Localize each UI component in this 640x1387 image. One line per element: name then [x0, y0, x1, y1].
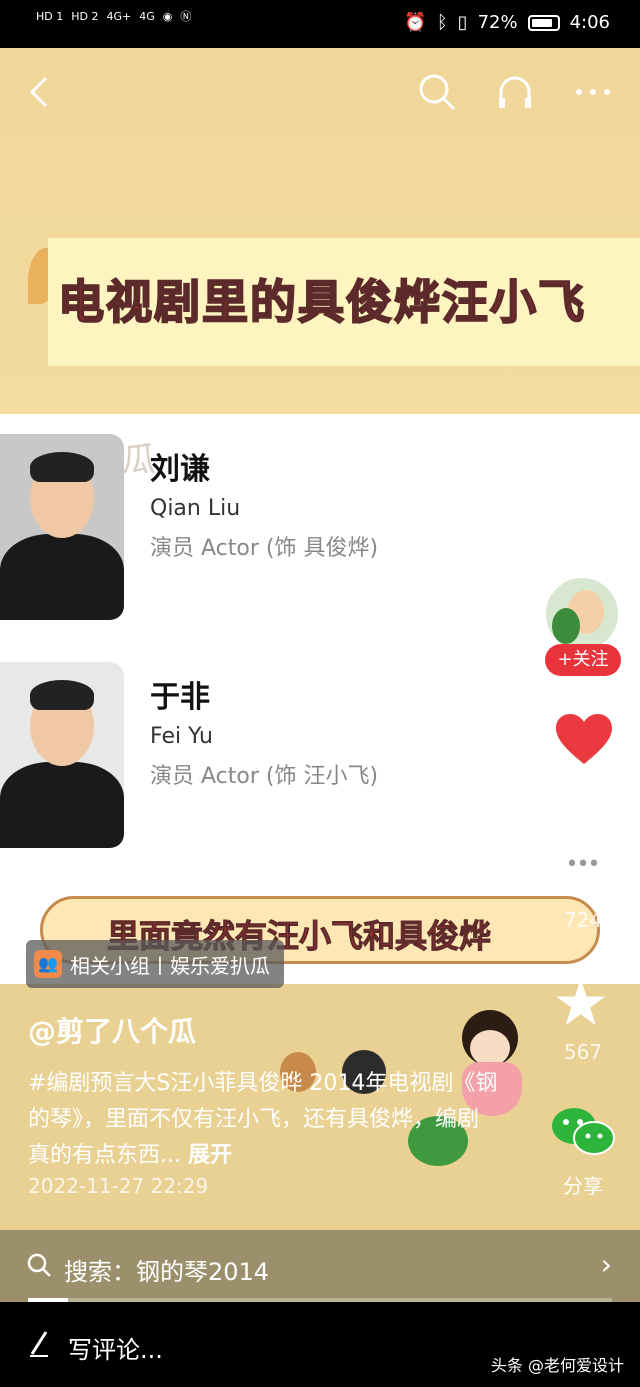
nfc-icon: Ⓝ: [180, 10, 192, 23]
chevron-left-icon: [29, 76, 48, 108]
related-search-bar[interactable]: 搜索：钢的琴2014 ›: [0, 1230, 640, 1302]
actor-role: 演员 Actor (饰 汪小飞): [150, 764, 379, 789]
eye-icon: ◉: [162, 9, 173, 23]
battery-icon: [527, 14, 560, 31]
comment-bar: 写评论... 头条 @老何爱设计: [0, 1302, 640, 1387]
author-handle[interactable]: @剪了八个瓜: [28, 1010, 196, 1050]
bluetooth-icon: ᛒ: [436, 12, 448, 33]
back-button[interactable]: [14, 72, 64, 122]
search-icon: [419, 74, 456, 111]
favorite-count: 567: [563, 1040, 603, 1064]
like-button[interactable]: [554, 712, 614, 766]
publish-date: 2022-11-27 22:29: [28, 1174, 209, 1198]
status-bar: HD 1 HD 2 4G+ 4G ◉ Ⓝ ⏰ ᛒ ▯ 72% 4:06: [0, 0, 640, 48]
favorite-button[interactable]: ★: [552, 972, 609, 1036]
wechat-icon: [552, 1108, 615, 1155]
related-group-label: 相关小组丨娱乐爱扒瓜: [70, 953, 270, 978]
cast-card: 于非 Fei Yu 演员 Actor (饰 汪小飞): [0, 662, 640, 852]
comment-input[interactable]: 写评论...: [68, 1330, 163, 1365]
network-4g-plus-label: 4G+: [106, 9, 132, 23]
description-text: #编剧预言大S汪小菲具俊晔 2014年电视剧《钢的琴》，里面不仅有汪小飞，还有具…: [28, 1071, 498, 1168]
author-avatar[interactable]: [544, 576, 620, 652]
more-button[interactable]: [568, 72, 618, 122]
related-group-tag[interactable]: 👥 相关小组丨娱乐爱扒瓜: [26, 940, 284, 988]
follow-button[interactable]: +关注: [545, 644, 621, 676]
expand-link[interactable]: 展开: [188, 1143, 232, 1168]
sim-1-label: HD 1: [36, 9, 64, 23]
alarm-icon: ⏰: [404, 12, 427, 33]
video-title-text: 电视剧里的具俊烨汪小飞: [57, 274, 586, 330]
share-label: 分享: [563, 1174, 603, 1198]
actor-photo: [0, 434, 124, 620]
pen-icon: [30, 1331, 48, 1357]
video-description[interactable]: #编剧预言大S汪小菲具俊晔 2014年电视剧《钢的琴》，里面不仅有汪小飞，还有具…: [28, 1066, 498, 1174]
vibrate-icon: ▯: [457, 12, 468, 33]
cartoon-girl-face: [470, 1030, 510, 1066]
more-dots-icon: [576, 89, 610, 95]
heart-icon: [556, 714, 612, 764]
video-title-banner: 电视剧里的具俊烨汪小飞: [48, 238, 640, 366]
network-4g-label: 4G: [139, 9, 155, 23]
actor-name-cn: 于非: [150, 680, 210, 715]
listen-button[interactable]: [490, 72, 540, 122]
battery-percent: 72%: [477, 12, 518, 33]
actor-name-en: Fei Yu: [150, 724, 213, 749]
like-count: 5196: [557, 782, 609, 806]
chevron-right-icon: ›: [600, 1248, 612, 1281]
star-icon: ★: [552, 967, 610, 1041]
share-button[interactable]: [550, 1104, 616, 1160]
search-icon: [27, 1253, 51, 1277]
sim-2-label: HD 2: [71, 9, 99, 23]
cast-card: 刘谦 Qian Liu 演员 Actor (饰 具俊烨): [0, 434, 640, 624]
clock: 4:06: [569, 12, 610, 33]
comment-count: 724: [563, 908, 603, 932]
top-navigation: [0, 72, 640, 122]
source-watermark: 头条 @老何爱设计: [490, 1356, 624, 1375]
actor-name-en: Qian Liu: [150, 496, 241, 521]
actor-photo: [0, 662, 124, 848]
related-search-text: 搜索：钢的琴2014: [64, 1258, 270, 1286]
group-icon: 👥: [34, 950, 62, 978]
headphones-icon: [499, 76, 531, 108]
actor-role: 演员 Actor (饰 具俊烨): [150, 536, 379, 561]
actor-name-cn: 刘谦: [150, 452, 210, 487]
comment-bubble-icon: •••: [565, 852, 601, 877]
comment-button[interactable]: •••: [554, 842, 610, 892]
signal-indicators: HD 1 HD 2 4G+ 4G ◉ Ⓝ: [36, 8, 191, 24]
search-button[interactable]: [412, 72, 462, 122]
